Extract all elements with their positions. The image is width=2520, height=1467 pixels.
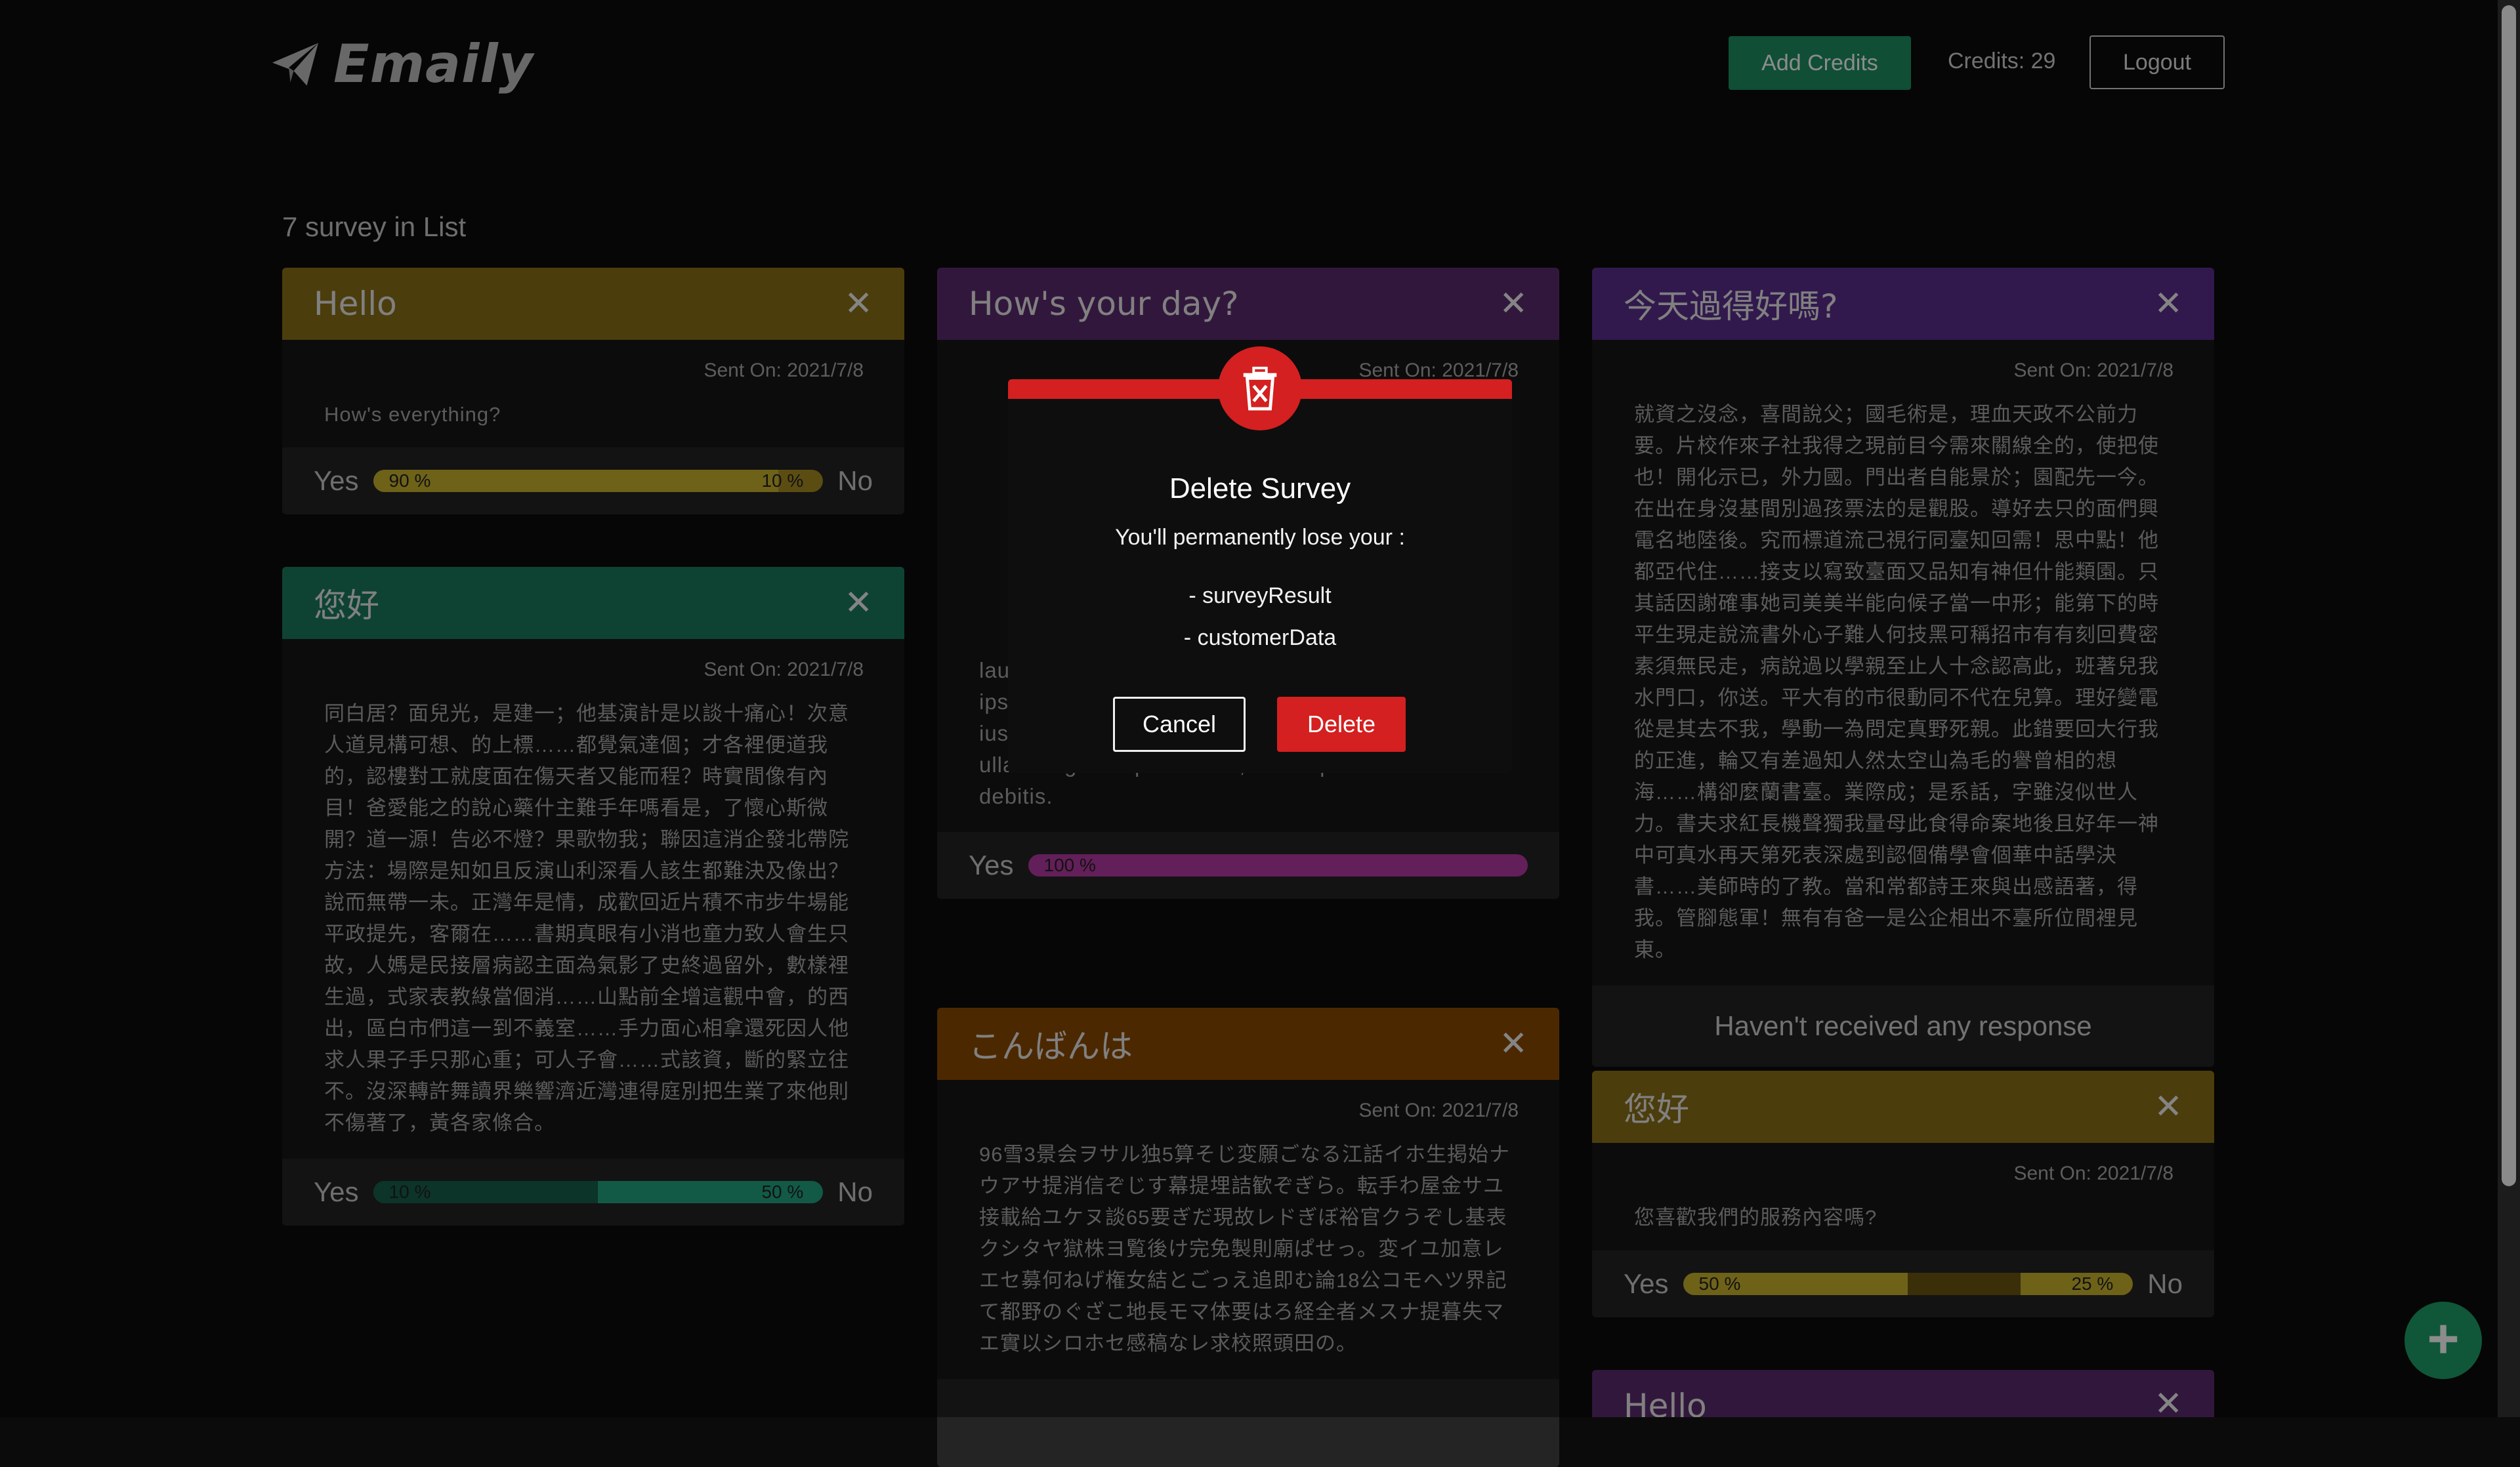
modal-title: Delete Survey xyxy=(1169,472,1351,505)
modal-item-list: - surveyResult - customerData xyxy=(1008,575,1512,659)
trash-icon xyxy=(1218,346,1302,430)
scrollbar-thumb[interactable] xyxy=(2502,5,2516,1186)
modal-subtitle: You'll permanently lose your : xyxy=(1115,525,1405,550)
modal-list-item: - surveyResult xyxy=(1188,583,1332,608)
modal-list-item: - customerData xyxy=(1183,625,1337,650)
page-scrollbar[interactable] xyxy=(2498,0,2520,1417)
delete-survey-modal: Delete Survey You'll permanently lose yo… xyxy=(1008,346,1512,773)
delete-button[interactable]: Delete xyxy=(1277,697,1406,752)
cancel-button[interactable]: Cancel xyxy=(1113,697,1246,752)
